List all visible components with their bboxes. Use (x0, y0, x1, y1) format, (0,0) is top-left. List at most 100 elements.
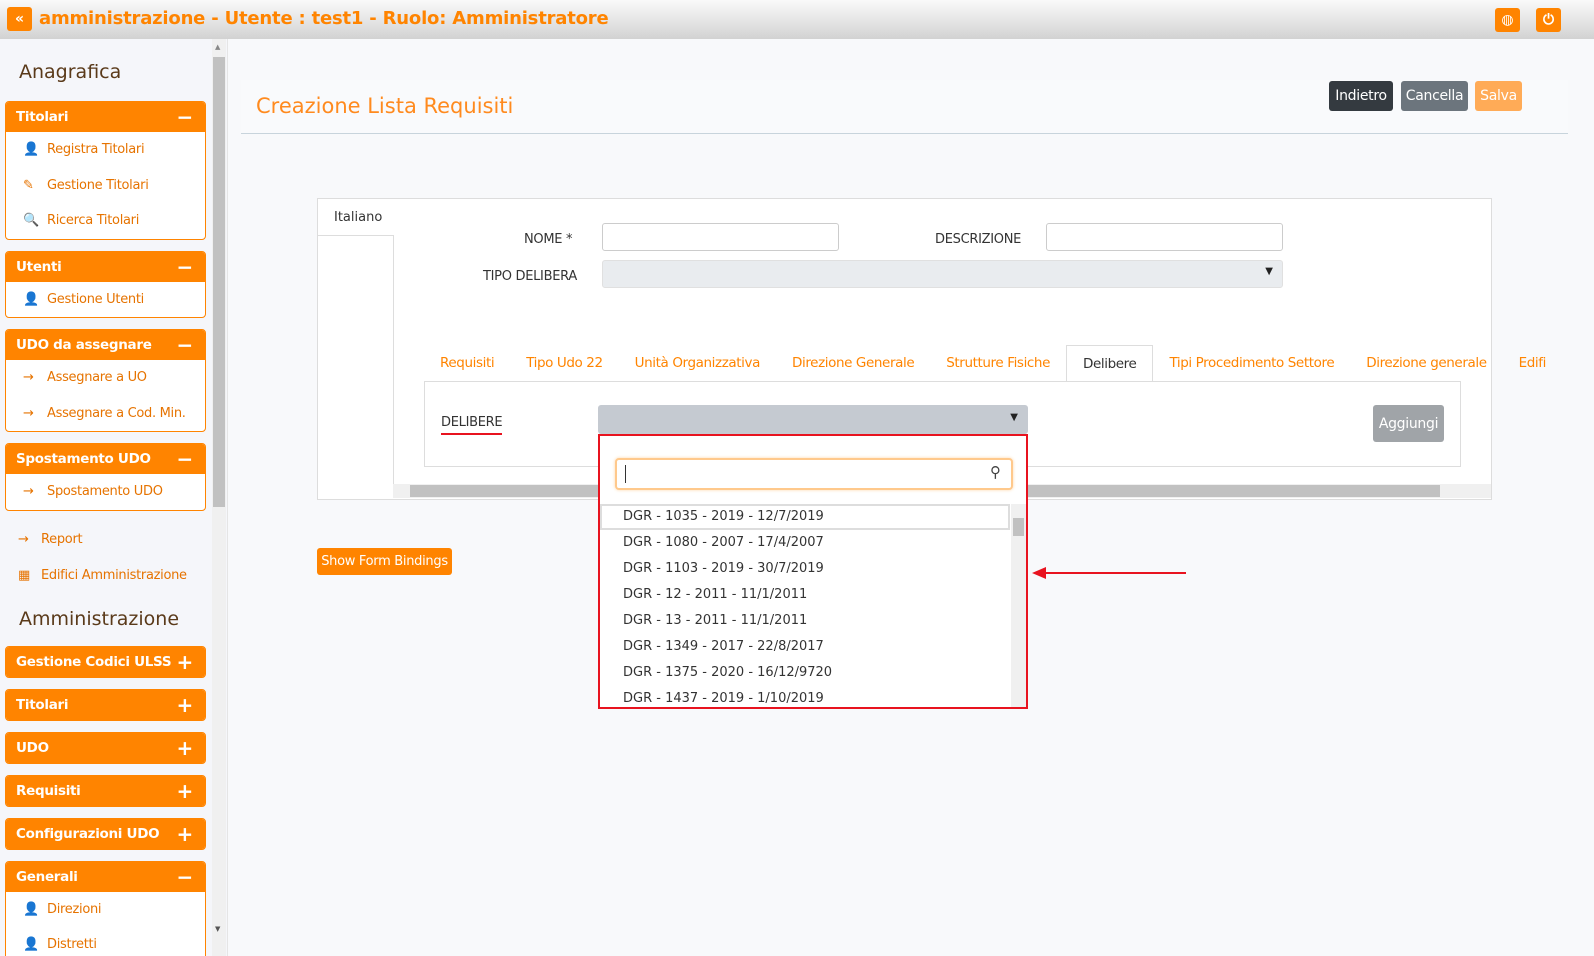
cancel-button[interactable]: Cancella (1401, 81, 1468, 111)
power-icon[interactable]: ⏻ (1536, 8, 1561, 32)
panel-header[interactable]: UDO da assegnare − (6, 330, 205, 360)
sidebar-item[interactable]: 👤 Registra Titolari (6, 132, 205, 168)
sidebar-item[interactable]: → Assegnare a Cod. Min. (6, 396, 205, 432)
dropdown-option[interactable]: DGR - 1035 - 2019 - 12/7/2019 (600, 504, 1010, 530)
user-edit-icon: 👤 (23, 142, 39, 158)
arrow-right-icon: → (18, 532, 29, 547)
sidebar-item[interactable]: → Assegnare a UO (6, 360, 205, 396)
panel-header[interactable]: Requisiti + (6, 775, 205, 806)
tab-item[interactable]: Edifi (1503, 345, 1562, 382)
dropdown-option[interactable]: DGR - 1080 - 2007 - 17/4/2007 (600, 530, 1010, 556)
sidebar-item-label: Gestione Utenti (47, 291, 144, 307)
user-edit-icon: 👤 (23, 937, 39, 953)
tab-item[interactable]: Requisiti (424, 345, 510, 382)
red-arrow-annotation (1032, 567, 1186, 579)
chevron-down-icon: ▼ (1265, 266, 1273, 277)
globe-icon[interactable]: ◍ (1495, 8, 1520, 32)
plus-icon[interactable]: + (177, 736, 194, 760)
panel-title: Titolari (16, 109, 69, 125)
divider (393, 236, 394, 486)
panel-title: Titolari (16, 696, 69, 713)
panel-header[interactable]: UDO + (6, 732, 205, 763)
sidebar-item[interactable]: → Spostamento UDO (6, 474, 205, 510)
tipo-delibera-label: TIPO DELIBERA (483, 269, 577, 284)
tab-item[interactable]: Unità Organizzativa (619, 345, 776, 382)
tab-item[interactable]: Strutture Fisiche (930, 345, 1066, 382)
plus-icon[interactable]: + (177, 779, 194, 803)
back-button[interactable]: Indietro (1329, 81, 1393, 111)
sidebar-item[interactable]: 👤 Distretti (6, 927, 205, 956)
minus-icon[interactable]: − (177, 105, 194, 129)
tab-item[interactable]: Tipi Procedimento Settore (1153, 345, 1350, 382)
options-scrollbar[interactable] (1011, 504, 1026, 707)
sidebar-item[interactable]: 👤 Gestione Utenti (6, 282, 205, 318)
tab-item[interactable]: Direzione Generale (776, 345, 930, 382)
user-edit-icon: 👤 (23, 901, 39, 917)
panel-header[interactable]: Titolari + (6, 689, 205, 720)
panel-header[interactable]: Configurazioni UDO + (6, 818, 205, 849)
sidebar-item-label: Registra Titolari (47, 142, 145, 158)
sidebar-item[interactable]: 🔍 Ricerca Titolari (6, 203, 205, 239)
panel-header[interactable]: Generali − (6, 861, 205, 892)
panel-header[interactable]: Titolari − (6, 102, 205, 132)
sidebar-item-label: Distretti (47, 937, 97, 953)
plus-icon[interactable]: + (177, 822, 194, 846)
minus-icon[interactable]: − (177, 447, 194, 471)
dropdown-option[interactable]: DGR - 1103 - 2019 - 30/7/2019 (600, 556, 1010, 582)
section-amministrazione: Amministrazione (19, 607, 180, 630)
tab-item[interactable]: Delibere (1066, 345, 1154, 382)
dropdown-search-input[interactable]: ⚲ (615, 458, 1013, 490)
sidebar-item-label: Assegnare a UO (47, 370, 147, 386)
arrow-right-icon: → (23, 405, 34, 421)
sidebar-item-label: Gestione Titolari (47, 177, 149, 193)
descrizione-input[interactable] (1046, 223, 1283, 251)
panel-header[interactable]: Spostamento UDO − (6, 444, 205, 474)
panel-header[interactable]: Utenti − (6, 251, 205, 282)
tab-italiano[interactable]: Italiano (317, 198, 394, 236)
tipo-delibera-select[interactable]: ▼ (602, 260, 1283, 288)
sidebar-link-label: Edifici Amministrazione (41, 568, 187, 583)
sidebar-link[interactable]: → Report (0, 522, 227, 558)
show-form-bindings-button[interactable]: Show Form Bindings (317, 548, 452, 575)
dropdown-option[interactable]: DGR - 1349 - 2017 - 22/8/2017 (600, 634, 1010, 660)
sidebar-item-label: Spostamento UDO (47, 484, 163, 500)
double-chevron-left-icon[interactable]: « (7, 7, 32, 31)
panel-title: UDO (16, 739, 49, 756)
dropdown-option[interactable]: DGR - 1437 - 2019 - 1/10/2019 (600, 686, 1010, 707)
search-icon: ⚲ (990, 463, 1001, 481)
sidebar-item-label: Direzioni (47, 901, 102, 917)
section-anagrafica: Anagrafica (19, 61, 122, 83)
scroll-thumb[interactable] (1013, 518, 1024, 536)
save-button[interactable]: Salva (1475, 81, 1522, 111)
minus-icon[interactable]: − (177, 333, 194, 357)
sidebar-panel: Configurazioni UDO + (5, 817, 206, 850)
dropdown-option[interactable]: DGR - 1375 - 2020 - 16/12/9720 (600, 660, 1010, 686)
minus-icon[interactable]: − (177, 255, 194, 279)
panel-title: Requisiti (16, 782, 81, 799)
delibere-dropdown: ⚲ DGR - 1035 - 2019 - 12/7/2019 DGR - 108… (598, 434, 1028, 709)
tab-item[interactable]: Tipo Udo 22 (510, 345, 618, 382)
descrizione-label: DESCRIZIONE (935, 232, 1022, 247)
add-button[interactable]: Aggiungi (1373, 405, 1444, 442)
sidebar-item[interactable]: 👤 Direzioni (6, 892, 205, 928)
panel-header[interactable]: Gestione Codici ULSS + (6, 646, 205, 677)
scroll-up-icon[interactable]: ▲ (215, 43, 220, 51)
tab-item[interactable]: Direzione generale (1350, 345, 1502, 382)
sidebar-scroll-thumb[interactable] (213, 57, 225, 507)
text-cursor (625, 465, 626, 483)
plus-icon[interactable]: + (177, 693, 194, 717)
sidebar-panel: Utenti − 👤 Gestione Utenti (5, 250, 206, 318)
nome-input[interactable] (602, 223, 839, 251)
panel-title: Generali (16, 868, 78, 885)
sidebar-link[interactable]: ▦ Edifici Amministrazione (0, 558, 227, 594)
dropdown-option[interactable]: DGR - 12 - 2011 - 11/1/2011 (600, 582, 1010, 608)
scroll-down-icon[interactable]: ▼ (215, 925, 220, 933)
sidebar-item[interactable]: ✎ Gestione Titolari (6, 168, 205, 204)
dropdown-option[interactable]: DGR - 13 - 2011 - 11/1/2011 (600, 608, 1010, 634)
app-title: amministrazione - Utente : test1 - Ruolo… (39, 8, 609, 29)
minus-icon[interactable]: − (177, 865, 194, 889)
delibere-select[interactable]: ▼ (598, 405, 1028, 434)
panel-title: Utenti (16, 258, 62, 275)
plus-icon[interactable]: + (177, 650, 194, 674)
sidebar: Anagrafica Titolari − 👤 Registra Titolari ✎ G… (0, 39, 228, 956)
